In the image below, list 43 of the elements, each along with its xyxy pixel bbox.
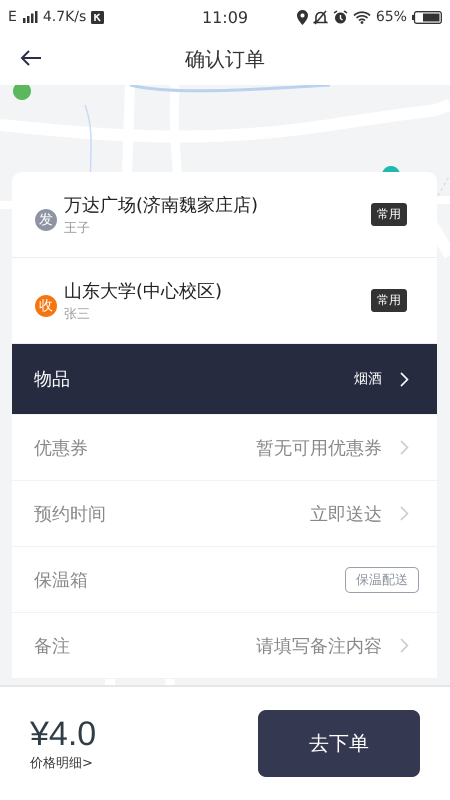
chevron-icon bbox=[400, 506, 409, 521]
option-value: 请填写备注内容 bbox=[256, 634, 382, 658]
app-icon bbox=[91, 10, 104, 24]
network-type: E bbox=[8, 9, 17, 25]
option-row[interactable]: 备注 请填写备注内容 bbox=[12, 613, 437, 679]
option-label: 物品 bbox=[34, 368, 71, 391]
signal-icon bbox=[22, 11, 38, 23]
option-label: 保温箱 bbox=[34, 568, 89, 592]
option-label: 预约时间 bbox=[34, 502, 107, 526]
option-value: 暂无可用优惠券 bbox=[256, 436, 382, 460]
back-arrow-icon bbox=[20, 50, 42, 66]
option-value: 烟酒 bbox=[354, 370, 382, 388]
frequent-tag: 常用 bbox=[371, 203, 407, 226]
network-speed: 4.7K/s bbox=[42, 9, 86, 25]
contact-name: 王子 bbox=[64, 220, 91, 236]
price-amount: ¥4.0 bbox=[30, 715, 96, 754]
option-row[interactable]: 预约时间 立即送达 bbox=[12, 481, 437, 547]
page-title: 确认订单 bbox=[185, 46, 265, 73]
submit-button[interactable]: 去下单 bbox=[258, 710, 420, 777]
battery-percent: 65% bbox=[376, 9, 407, 25]
address-name: 山东大学(中心校区) bbox=[64, 280, 224, 302]
wifi-icon bbox=[352, 10, 371, 24]
chevron-icon bbox=[400, 440, 409, 455]
battery-icon bbox=[412, 10, 442, 24]
option-value: 立即送达 bbox=[310, 502, 382, 526]
chevron-icon bbox=[400, 638, 409, 653]
option-label: 优惠券 bbox=[34, 436, 89, 460]
option-label: 备注 bbox=[34, 634, 71, 658]
address-badge: 收 bbox=[35, 294, 57, 316]
bell-muted-icon bbox=[312, 10, 328, 24]
address-row[interactable]: 发 万达广场(济南魏家庄店) 王子 常用 bbox=[12, 172, 437, 258]
contact-name: 张三 bbox=[64, 306, 91, 322]
location-icon bbox=[296, 10, 308, 24]
clock: 11:09 bbox=[202, 8, 248, 26]
option-row[interactable]: 物品 烟酒 bbox=[12, 344, 437, 415]
address-badge: 发 bbox=[35, 208, 57, 230]
option-row[interactable]: 优惠券 暂无可用优惠券 bbox=[12, 415, 437, 481]
frequent-tag: 常用 bbox=[371, 289, 407, 312]
chevron-icon bbox=[400, 372, 409, 386]
alarm-icon bbox=[332, 10, 348, 24]
price-detail-link[interactable]: 价格明细> bbox=[30, 754, 96, 772]
address-name: 万达广场(济南魏家庄店) bbox=[64, 194, 260, 216]
option-row[interactable]: 保温箱 保温配送 bbox=[12, 547, 437, 613]
